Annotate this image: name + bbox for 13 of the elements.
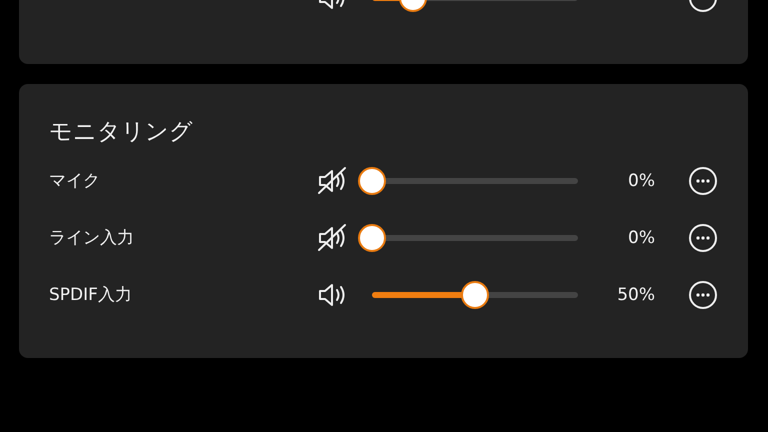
slider-thumb[interactable] [358,224,386,252]
more-options-icon[interactable] [688,280,718,310]
channel-name: マイク [49,170,101,192]
slider-thumb[interactable] [461,280,490,308]
volume-reading: 0% [627,228,655,248]
slider-thumb[interactable] [358,166,386,194]
more-options-icon[interactable] [688,222,718,252]
section-title: モニタリング [49,118,194,147]
volume-reading: 50% [616,284,655,304]
more-options-icon[interactable] [688,166,718,196]
volume-reading: 0% [627,170,655,190]
channel-name: SPDIF入力 [49,284,133,306]
channel-name: ライン入力 [49,227,135,249]
